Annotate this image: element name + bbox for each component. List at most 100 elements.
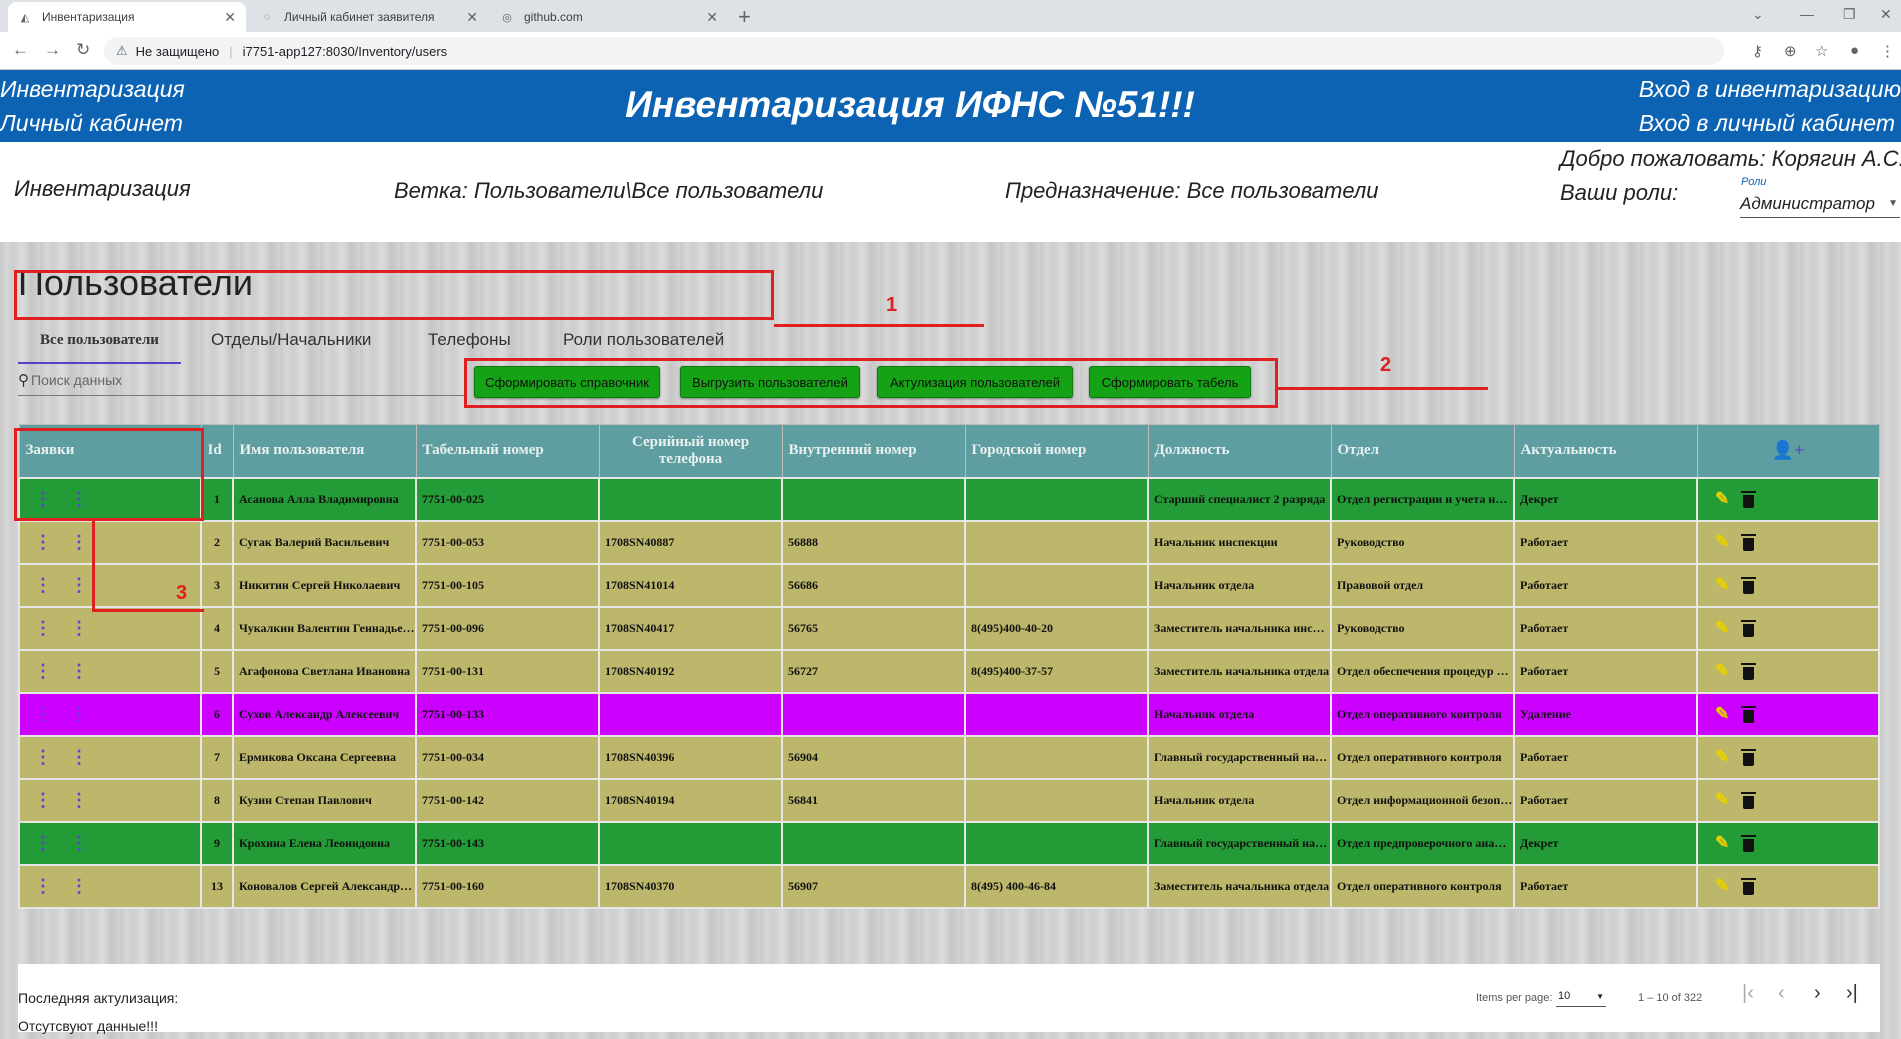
delete-icon[interactable]: [1741, 834, 1757, 852]
profile-icon[interactable]: ●: [1850, 42, 1859, 59]
more-vert-icon[interactable]: ⋮: [25, 575, 61, 596]
page-size-select[interactable]: 10 ▼: [1556, 986, 1606, 1007]
first-page-icon[interactable]: |‹: [1742, 982, 1754, 1005]
tab-departments[interactable]: Отделы/Начальники: [211, 316, 371, 364]
minimize-icon[interactable]: —: [1800, 6, 1814, 22]
zoom-icon[interactable]: ⊕: [1784, 42, 1797, 60]
column-header[interactable]: Имя пользователя: [232, 424, 417, 478]
delete-icon[interactable]: [1741, 791, 1757, 809]
more-vert-icon[interactable]: ⋮: [25, 790, 61, 811]
app-header: Инвентаризация Личный кабинет Инвентариз…: [0, 70, 1901, 142]
delete-icon[interactable]: [1741, 533, 1757, 551]
delete-icon[interactable]: [1741, 705, 1757, 723]
close-icon[interactable]: ✕: [706, 9, 718, 26]
roles-select[interactable]: Администратор ▼: [1740, 194, 1900, 218]
cell-status: Работает: [1513, 734, 1698, 780]
tab-all-users[interactable]: Все пользователи: [18, 316, 181, 364]
more-vert-icon[interactable]: ⋮: [25, 618, 61, 639]
column-header[interactable]: Отдел: [1330, 424, 1515, 478]
star-icon[interactable]: ☆: [1815, 42, 1828, 60]
more-vert-icon[interactable]: ⋮: [61, 704, 97, 725]
actions-cell: ✎: [1696, 519, 1880, 565]
browser-tab-github[interactable]: ◎ github.com ✕: [490, 2, 728, 32]
more-vert-icon[interactable]: ⋮: [25, 704, 61, 725]
url-field[interactable]: ⚠ Не защищено | i7751-app127:8030/Invent…: [104, 37, 1724, 65]
forward-icon[interactable]: →: [44, 40, 61, 60]
more-vert-icon[interactable]: ⋮: [25, 661, 61, 682]
edit-icon[interactable]: ✎: [1715, 790, 1729, 809]
cell-position: Начальник отдела: [1147, 777, 1332, 823]
edit-icon[interactable]: ✎: [1715, 704, 1729, 723]
table-row[interactable]: ⋮ ⋮ 13 Коновалов Сергей Александрович 7751-0…: [18, 863, 1880, 909]
edit-icon[interactable]: ✎: [1715, 618, 1729, 637]
close-icon[interactable]: ✕: [224, 9, 236, 26]
restore-icon[interactable]: ❐: [1843, 6, 1856, 23]
table-row[interactable]: ⋮ ⋮ 5 Агафонова Светлана Ивановна 7751-00-13…: [18, 648, 1880, 694]
table-row[interactable]: ⋮ ⋮ 9 Крохина Елена Леонидовна 7751-00-143 Гл…: [18, 820, 1880, 866]
edit-icon[interactable]: ✎: [1715, 876, 1729, 895]
key-icon[interactable]: ⚷: [1752, 42, 1763, 60]
edit-icon[interactable]: ✎: [1715, 489, 1729, 508]
delete-icon[interactable]: [1741, 662, 1757, 680]
table-row[interactable]: ⋮ ⋮ 1 Асанова Алла Владимировна 7751-00-025 С…: [18, 476, 1880, 522]
browser-tab-inventory[interactable]: ◭ Инвентаризация ✕: [8, 2, 246, 32]
delete-icon[interactable]: [1741, 619, 1757, 637]
cell-tab: 7751-00-160: [415, 863, 600, 909]
cell-dept: Отдел оперативного контроля: [1330, 734, 1515, 780]
tab-user-roles[interactable]: Роли пользователей: [563, 316, 724, 364]
delete-icon[interactable]: [1741, 877, 1757, 895]
more-vert-icon[interactable]: ⋮: [25, 747, 61, 768]
requests-cell: ⋮ ⋮: [18, 691, 202, 737]
add-user-header: 👤+: [1696, 424, 1880, 478]
table-row[interactable]: ⋮ ⋮ 4 Чукалкин Валентин Геннадьевич 7751-00-…: [18, 605, 1880, 651]
more-vert-icon[interactable]: ⋮: [25, 876, 61, 897]
login-inventory-link[interactable]: Вход в инвентаризацию: [1639, 76, 1901, 103]
more-vert-icon[interactable]: ⋮: [61, 876, 97, 897]
close-icon[interactable]: ✕: [466, 9, 478, 26]
table-row[interactable]: ⋮ ⋮ 2 Сугак Валерий Васильевич 7751-00-053 17…: [18, 519, 1880, 565]
cell-serial: [598, 476, 783, 522]
tab-phones[interactable]: Телефоны: [428, 316, 511, 364]
delete-icon[interactable]: [1741, 748, 1757, 766]
more-vert-icon[interactable]: ⋮: [25, 833, 61, 854]
edit-icon[interactable]: ✎: [1715, 532, 1729, 551]
column-header[interactable]: Табельный номер: [415, 424, 600, 478]
tab-search-icon[interactable]: ⌄: [1752, 6, 1764, 23]
more-vert-icon[interactable]: ⋮: [25, 532, 61, 553]
search-input[interactable]: [31, 371, 431, 388]
column-header[interactable]: Внутренний номер: [781, 424, 966, 478]
edit-icon[interactable]: ✎: [1715, 575, 1729, 594]
delete-icon[interactable]: [1741, 576, 1757, 594]
edit-icon[interactable]: ✎: [1715, 833, 1729, 852]
column-header[interactable]: Актуальность: [1513, 424, 1698, 478]
delete-icon[interactable]: [1741, 490, 1757, 508]
more-vert-icon[interactable]: ⋮: [61, 833, 97, 854]
table-row[interactable]: ⋮ ⋮ 7 Ермикова Оксана Сергеевна 7751-00-034 1…: [18, 734, 1880, 780]
next-page-icon[interactable]: ›: [1814, 982, 1821, 1005]
table-row[interactable]: ⋮ ⋮ 3 Никитин Сергей Николаевич 7751-00-105 1…: [18, 562, 1880, 608]
column-header[interactable]: Городской номер: [964, 424, 1149, 478]
menu-icon[interactable]: ⋮: [1880, 42, 1895, 60]
login-cabinet-link[interactable]: Вход в личный кабинет: [1639, 110, 1895, 137]
back-icon[interactable]: ←: [12, 40, 29, 60]
edit-icon[interactable]: ✎: [1715, 747, 1729, 766]
browser-tab-cabinet[interactable]: ◌ Личный кабинет заявителя ✕: [250, 2, 488, 32]
column-header[interactable]: Серийный номер телефона: [598, 424, 783, 478]
reload-icon[interactable]: ↻: [76, 40, 90, 60]
chevron-down-icon: ▼: [1888, 198, 1898, 209]
column-header[interactable]: Id: [200, 424, 234, 478]
table-row[interactable]: ⋮ ⋮ 6 Сухов Александр Алексеевич 7751-00-133…: [18, 691, 1880, 737]
close-window-icon[interactable]: ✕: [1880, 6, 1892, 23]
last-page-icon[interactable]: ›|: [1846, 982, 1858, 1005]
table-row[interactable]: ⋮ ⋮ 8 Кузин Степан Павлович 7751-00-142 1708S…: [18, 777, 1880, 823]
prev-page-icon[interactable]: ‹: [1778, 982, 1785, 1005]
edit-icon[interactable]: ✎: [1715, 661, 1729, 680]
cell-name: Кузин Степан Павлович: [232, 777, 417, 823]
more-vert-icon[interactable]: ⋮: [61, 790, 97, 811]
add-user-icon[interactable]: 👤+: [1772, 440, 1805, 460]
more-vert-icon[interactable]: ⋮: [61, 747, 97, 768]
column-header[interactable]: Должность: [1147, 424, 1332, 478]
new-tab-button[interactable]: +: [738, 4, 751, 30]
more-vert-icon[interactable]: ⋮: [61, 618, 97, 639]
more-vert-icon[interactable]: ⋮: [61, 661, 97, 682]
